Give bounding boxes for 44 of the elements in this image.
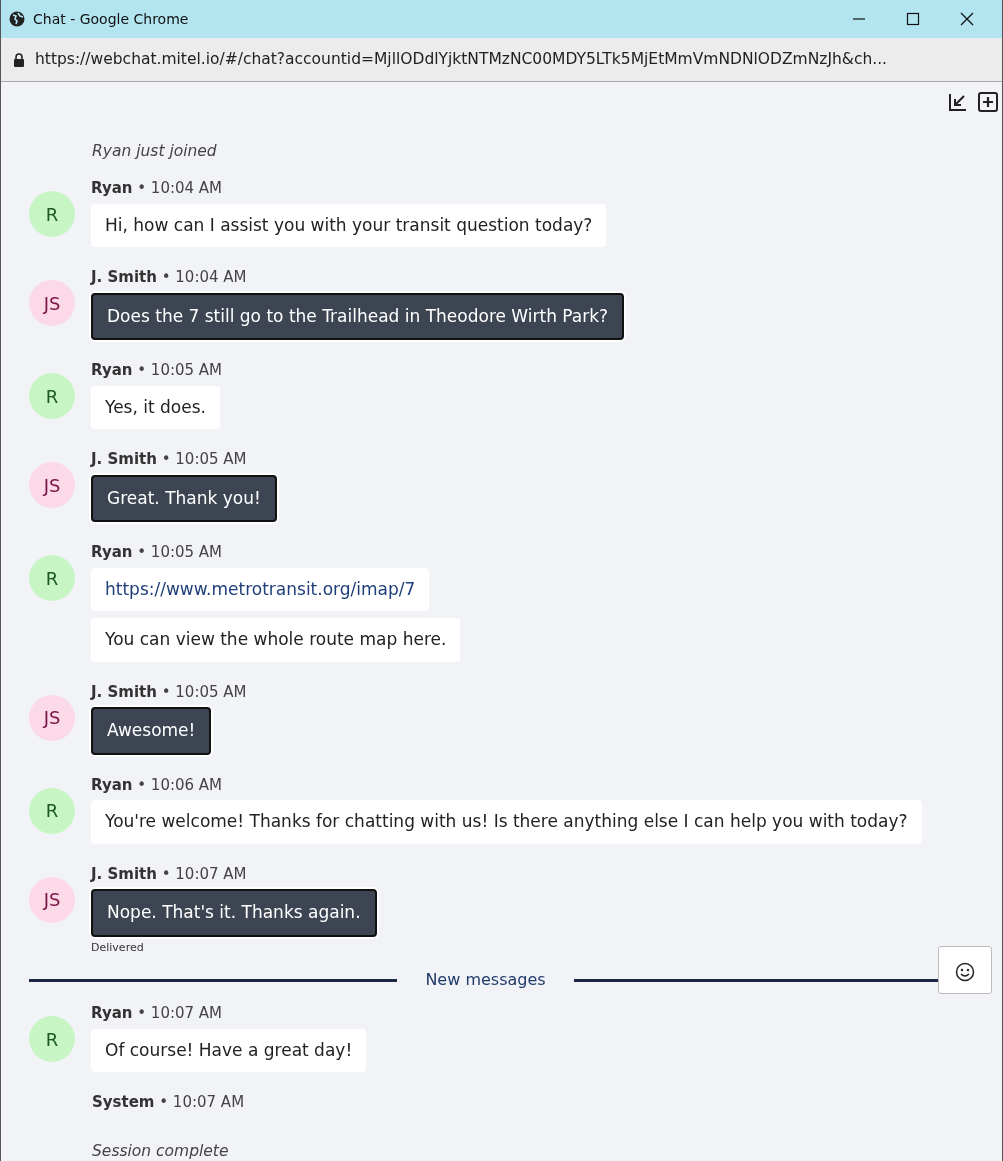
message-bubble: Great. Thank you! (91, 474, 277, 523)
sender-time: J. Smith • 10:04 AM (91, 267, 248, 289)
new-messages-label: New messages (425, 969, 546, 992)
delivery-status: Delivered (91, 939, 145, 956)
sender-time: Ryan • 10:06 AM (91, 774, 224, 796)
smiley-icon (955, 961, 975, 982)
sender-time: Ryan • 10:04 AM (91, 178, 224, 200)
window-title: Chat - Google Chrome (33, 9, 189, 29)
close-icon (960, 12, 974, 27)
sender-time: J. Smith • 10:07 AM (91, 863, 248, 885)
lock-icon (13, 52, 25, 67)
avatar: JS (29, 280, 75, 327)
message-bubble: Of course! Have a great day! (91, 1028, 367, 1073)
message-bubble: You're welcome! Thanks for chatting with us! Is there anything else I can help you with today? (91, 800, 922, 844)
message-bubble: Does the 7 still go to the Trailhead in Theodore Wirth Park? (91, 292, 625, 341)
message-bubble: Yes, it does. (91, 385, 220, 430)
sender-time: Ryan • 10:05 AM (91, 542, 224, 564)
status-note: Session complete (91, 1140, 230, 1161)
avatar: JS (29, 694, 75, 741)
message-bubble: Nope. That's it. Thanks again. (91, 889, 377, 937)
avatar: R (29, 191, 75, 238)
message-link[interactable]: https://www.metrotransit.org/imap/7 (105, 578, 416, 599)
sender-time: J. Smith • 10:05 AM (91, 681, 247, 703)
expand-icon[interactable] (978, 92, 998, 112)
message-bubble: You can view the whole route map here. (91, 618, 461, 662)
sender-time: J. Smith • 10:05 AM (91, 449, 248, 471)
minimize-corner-icon[interactable] (948, 92, 968, 112)
maximize-icon (906, 12, 920, 27)
minimize-icon (852, 18, 866, 21)
message-bubble: Awesome! (91, 707, 212, 755)
message-bubble: Hi, how can I assist you with your transit question today? (91, 203, 607, 248)
avatar: R (29, 787, 75, 834)
globe-icon (9, 11, 25, 27)
sender-time: Ryan • 10:07 AM (91, 1003, 224, 1025)
avatar: JS (29, 462, 75, 509)
avatar: R (29, 1016, 75, 1063)
sender-time: Ryan • 10:05 AM (91, 360, 223, 382)
url-text[interactable]: https://webchat.mitel.io/#/chat?accountid=MjllODdlYjktNTMzNC00MDY5LTk5MjEtMmVmNDNlODZmNzJh&ch... (35, 47, 888, 72)
avatar: JS (29, 876, 75, 923)
sender-time: System • 10:07 AM (92, 1092, 245, 1114)
status-note: Ryan just joined (91, 141, 218, 162)
emoji-button[interactable] (938, 946, 992, 994)
avatar: R (29, 373, 75, 420)
avatar: R (29, 555, 75, 602)
